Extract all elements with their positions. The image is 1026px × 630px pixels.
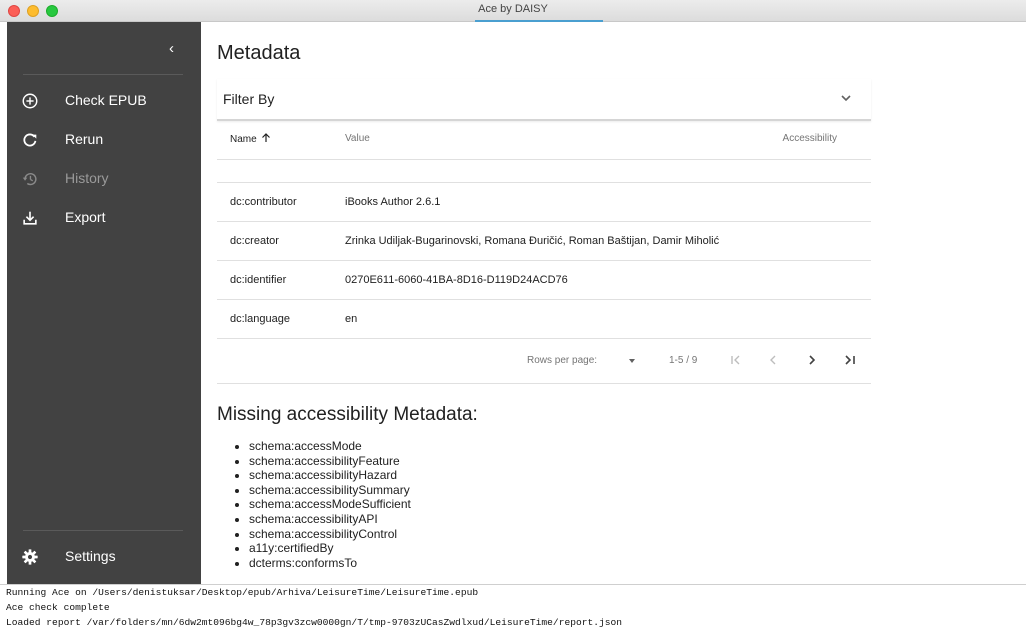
- chevron-down-icon: [841, 95, 851, 102]
- list-item: a11y:certifiedBy: [249, 541, 411, 556]
- column-header-name-label: Name: [230, 134, 257, 145]
- sidebar-item-label: History: [65, 170, 109, 186]
- sidebar-item-export[interactable]: Export: [7, 199, 201, 238]
- rows-per-page-label: Rows per page:: [527, 355, 598, 366]
- missing-metadata-list: schema:accessMode schema:accessibilityFe…: [217, 439, 411, 570]
- metadata-table: Name Value Accessibility dc:contributor …: [217, 121, 871, 384]
- first-page-icon[interactable]: [727, 351, 745, 369]
- list-item: schema:accessibilityControl: [249, 527, 411, 542]
- caret-down-icon: [629, 359, 635, 363]
- sidebar-divider: [23, 530, 183, 531]
- window-titlebar: Ace by DAISY: [0, 0, 1026, 22]
- list-item: schema:accessibilityFeature: [249, 454, 411, 469]
- page-title: Metadata: [217, 42, 301, 64]
- missing-metadata-heading: Missing accessibility Metadata:: [217, 404, 478, 425]
- gear-icon: [22, 549, 38, 565]
- list-item: schema:accessModeSufficient: [249, 497, 411, 512]
- log-line: Running Ace on /Users/denistuksar/Deskto…: [6, 587, 479, 598]
- list-item: schema:accessibilityAPI: [249, 512, 411, 527]
- sidebar-item-history[interactable]: History: [7, 160, 201, 199]
- cell-value: iBooks Author 2.6.1: [345, 196, 441, 208]
- sidebar-item-label: Rerun: [65, 131, 104, 147]
- table-row: dc:creator Zrinka Udiljak-Bugarinovski, …: [217, 222, 871, 261]
- rows-per-page-select[interactable]: [613, 354, 643, 368]
- sidebar-item-rerun[interactable]: Rerun: [7, 121, 201, 160]
- sidebar-item-label: Settings: [65, 548, 116, 564]
- list-item: dcterms:conformsTo: [249, 556, 411, 571]
- log-line: Ace check complete: [6, 602, 110, 613]
- cell-value: Zrinka Udiljak-Bugarinovski, Romana Đuri…: [345, 235, 720, 247]
- sidebar-item-settings[interactable]: Settings: [7, 538, 201, 577]
- filter-by-panel[interactable]: Filter By: [217, 79, 871, 121]
- sidebar-divider: [23, 74, 183, 75]
- sidebar-item-label: Check EPUB: [65, 92, 147, 108]
- list-item: schema:accessMode: [249, 439, 411, 454]
- cell-value: 0270E611-6060-41BA-8D16-D119D24ACD76: [345, 274, 568, 286]
- table-row: [217, 160, 871, 183]
- cell-name: dc:identifier: [230, 274, 287, 286]
- list-item: schema:accessibilityHazard: [249, 468, 411, 483]
- previous-page-icon[interactable]: [764, 351, 782, 369]
- cell-name: dc:contributor: [230, 196, 297, 208]
- column-header-accessibility[interactable]: Accessibility: [783, 133, 837, 144]
- table-row: dc:contributor iBooks Author 2.6.1: [217, 183, 871, 222]
- main-content: Metadata Filter By Name Value Accessibil…: [201, 22, 1026, 584]
- cell-name: dc:language: [230, 313, 290, 325]
- table-pagination: Rows per page: 1-5 / 9: [217, 339, 871, 384]
- next-page-icon[interactable]: [803, 351, 821, 369]
- list-item: schema:accessibilitySummary: [249, 483, 411, 498]
- cell-value: en: [345, 313, 358, 325]
- window-title: Ace by DAISY: [478, 3, 548, 15]
- plus-circle-icon: [22, 93, 38, 109]
- column-header-value[interactable]: Value: [345, 133, 370, 144]
- download-icon: [23, 211, 37, 225]
- log-line: Loaded report /var/folders/mn/6dw2mt096b…: [6, 617, 623, 628]
- sidebar-item-check-epub[interactable]: Check EPUB: [7, 82, 201, 121]
- cell-name: dc:creator: [230, 235, 279, 247]
- refresh-icon: [23, 133, 37, 147]
- collapse-sidebar-icon[interactable]: ‹: [169, 40, 174, 57]
- console-log: Running Ace on /Users/denistuksar/Deskto…: [0, 584, 1026, 630]
- table-row: dc:language en: [217, 300, 871, 339]
- sidebar-item-label: Export: [65, 209, 106, 225]
- filter-by-label: Filter By: [223, 91, 275, 107]
- arrow-up-icon: [261, 133, 270, 142]
- table-row: dc:identifier 0270E611-6060-41BA-8D16-D1…: [217, 261, 871, 300]
- history-icon: [22, 173, 37, 186]
- column-header-name[interactable]: Name: [230, 133, 271, 145]
- sidebar: ‹ Check EPUB Rerun History Export Settin…: [7, 22, 201, 584]
- last-page-icon[interactable]: [841, 351, 859, 369]
- pagination-range: 1-5 / 9: [669, 355, 698, 366]
- table-header: Name Value Accessibility: [217, 121, 871, 160]
